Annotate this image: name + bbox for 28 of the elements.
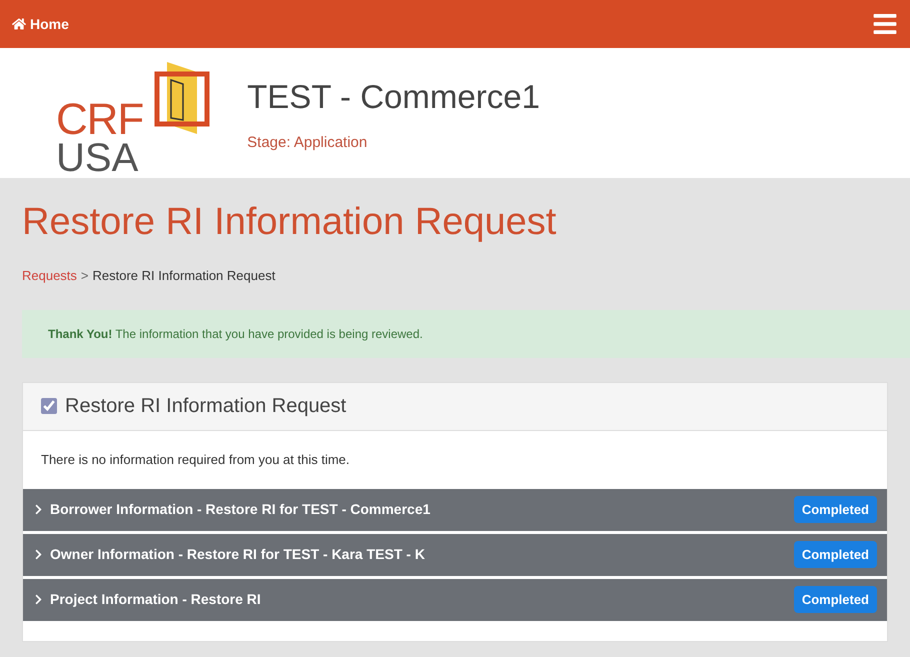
section-row[interactable]: Project Information - Restore RI Completed [23, 578, 887, 620]
project-title: TEST - Commerce1 [247, 77, 540, 117]
section-title: Borrower Information - Restore RI for TEST - Commerce1 [50, 500, 430, 519]
breadcrumb-separator: > [80, 267, 89, 285]
status-badge: Completed [794, 586, 877, 614]
success-alert: Thank You! The information that you have provided is being reviewed. [22, 310, 910, 358]
page-title: Restore RI Information Request [22, 200, 558, 245]
chevron-icon [33, 504, 44, 515]
status-badge: Completed [794, 540, 877, 568]
home-link[interactable]: Home [12, 14, 69, 34]
panel-checkbox[interactable] [41, 398, 57, 414]
breadcrumb-link[interactable]: Requests [22, 266, 77, 286]
menu-icon [872, 11, 898, 37]
section-title: Project Information - Restore RI [50, 590, 261, 609]
section-title: Owner Information - Restore RI for TEST - Kara TEST - K [50, 545, 425, 564]
stage-label: Stage: Application [247, 132, 368, 152]
status-badge: Completed [794, 496, 877, 524]
panel-title: Restore RI Information Request [65, 394, 346, 419]
section-row[interactable]: Owner Information - Restore RI for TEST - Kara TEST - K Completed [23, 534, 887, 576]
logo-text: USA [56, 140, 140, 176]
logo-text: CRF [56, 100, 144, 140]
section-row[interactable]: Borrower Information - Restore RI for TEST - Commerce1 Completed [23, 488, 887, 530]
menu-button[interactable] [872, 11, 898, 37]
chevron-icon [33, 594, 44, 605]
breadcrumb-current: Restore RI Information Request [92, 267, 276, 285]
panel-message: There is no information required from you at this time. [41, 450, 350, 469]
chevron-icon [33, 549, 44, 560]
home-icon [12, 17, 26, 31]
